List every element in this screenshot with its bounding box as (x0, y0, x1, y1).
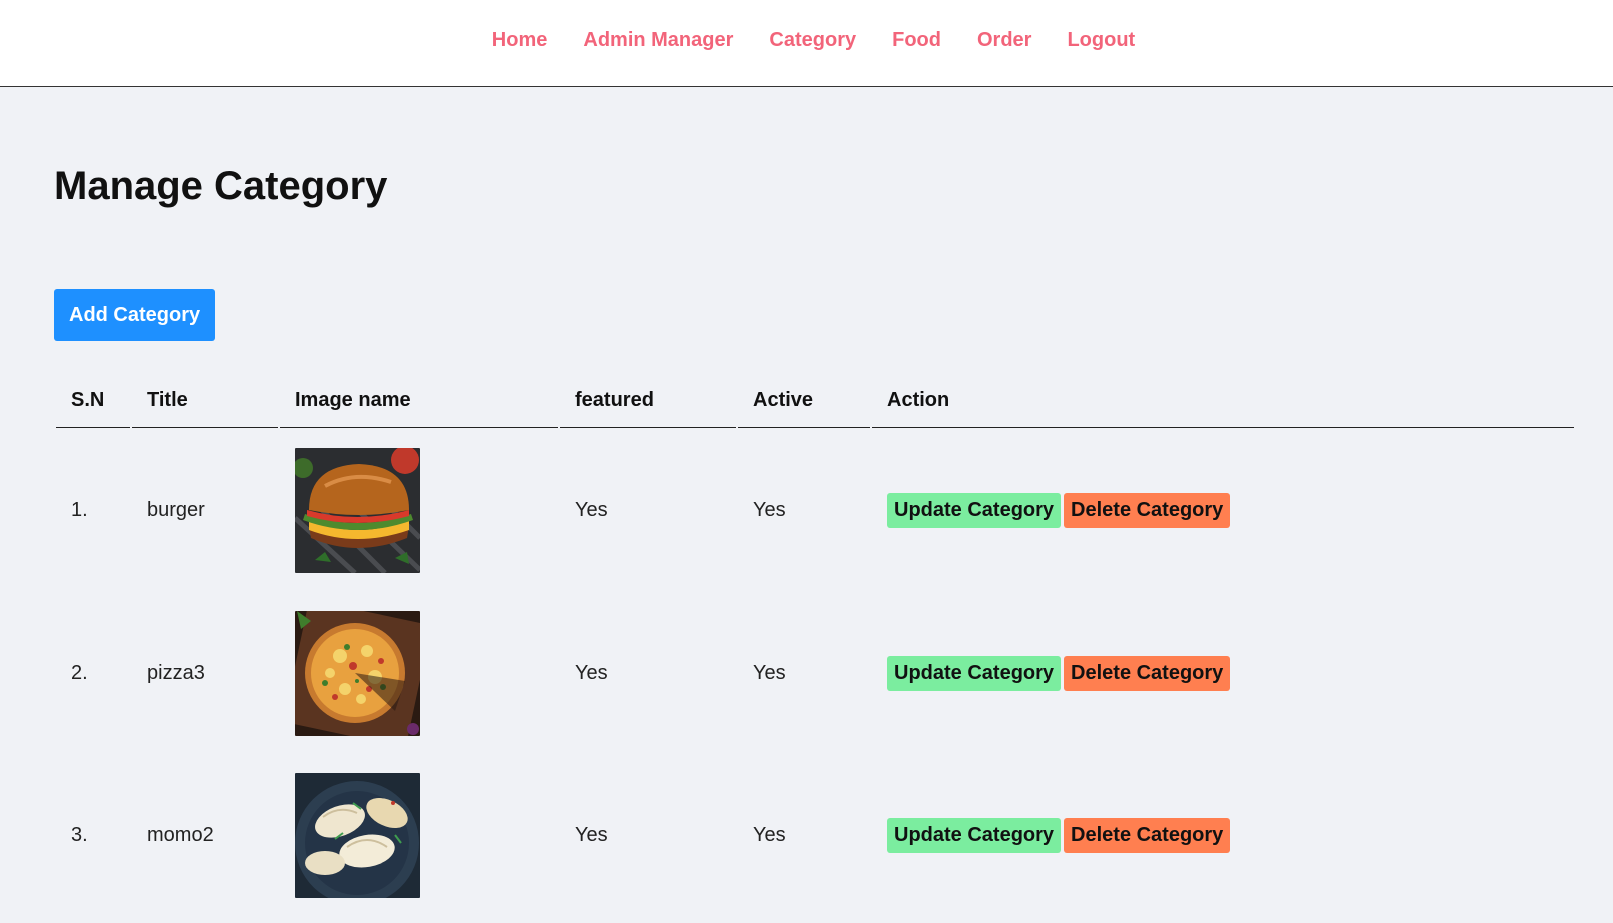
cell-sn: 3. (71, 823, 88, 846)
cell-action: Update Category Delete Category (872, 592, 1574, 754)
header-image-name: Image name (280, 375, 558, 428)
cell-sn: 1. (71, 498, 88, 521)
table-row: 1. burger Yes Yes Update Category Delete… (56, 428, 1574, 592)
header-title: Title (132, 375, 278, 428)
cell-featured: Yes (575, 498, 608, 521)
main-content: Manage Category Add Category S.N Title I… (0, 163, 1613, 916)
page-title: Manage Category (54, 164, 388, 208)
cell-title: burger (147, 498, 205, 521)
nav-link-logout[interactable]: Logout (1067, 27, 1135, 53)
cell-image (280, 592, 558, 754)
category-table: S.N Title Image name featured Active Act… (54, 375, 1576, 916)
header-active: Active (738, 375, 870, 428)
cell-active: Yes (753, 823, 786, 846)
cell-featured: Yes (575, 661, 608, 684)
nav-menu: Home Admin Manager Category Food Order L… (460, 27, 1153, 53)
update-category-button[interactable]: Update Category (887, 817, 1062, 853)
update-category-button[interactable]: Update Category (887, 655, 1062, 691)
add-category-button[interactable]: Add Category (54, 289, 216, 341)
cell-image (280, 428, 558, 592)
header-featured: featured (560, 375, 736, 428)
nav-link-category[interactable]: Category (769, 27, 856, 53)
cell-action: Update Category Delete Category (872, 754, 1574, 916)
update-category-button[interactable]: Update Category (887, 492, 1062, 528)
cell-active: Yes (753, 498, 786, 521)
nav-link-order[interactable]: Order (977, 27, 1031, 53)
nav-link-food[interactable]: Food (892, 27, 941, 53)
cell-title: momo2 (147, 823, 214, 846)
top-navbar: Home Admin Manager Category Food Order L… (0, 0, 1613, 87)
nav-link-home[interactable]: Home (492, 27, 548, 53)
table-header-row: S.N Title Image name featured Active Act… (56, 375, 1574, 428)
header-sn: S.N (56, 375, 130, 428)
cell-sn: 2. (71, 661, 88, 684)
momo-image (295, 772, 420, 898)
cell-title: pizza3 (147, 661, 205, 684)
table-row: 3. momo2 Yes Yes Update Category Delete … (56, 754, 1574, 916)
delete-category-button[interactable]: Delete Category (1064, 492, 1231, 528)
delete-category-button[interactable]: Delete Category (1064, 655, 1231, 691)
delete-category-button[interactable]: Delete Category (1064, 817, 1231, 853)
header-action: Action (872, 375, 1574, 428)
burger-image (295, 447, 420, 573)
cell-featured: Yes (575, 823, 608, 846)
cell-image (280, 754, 558, 916)
table-row: 2. pizza3 Yes Yes Update Category Delete… (56, 592, 1574, 754)
nav-link-admin-manager[interactable]: Admin Manager (583, 27, 733, 53)
pizza-image (295, 610, 420, 736)
cell-action: Update Category Delete Category (872, 428, 1574, 592)
cell-active: Yes (753, 661, 786, 684)
